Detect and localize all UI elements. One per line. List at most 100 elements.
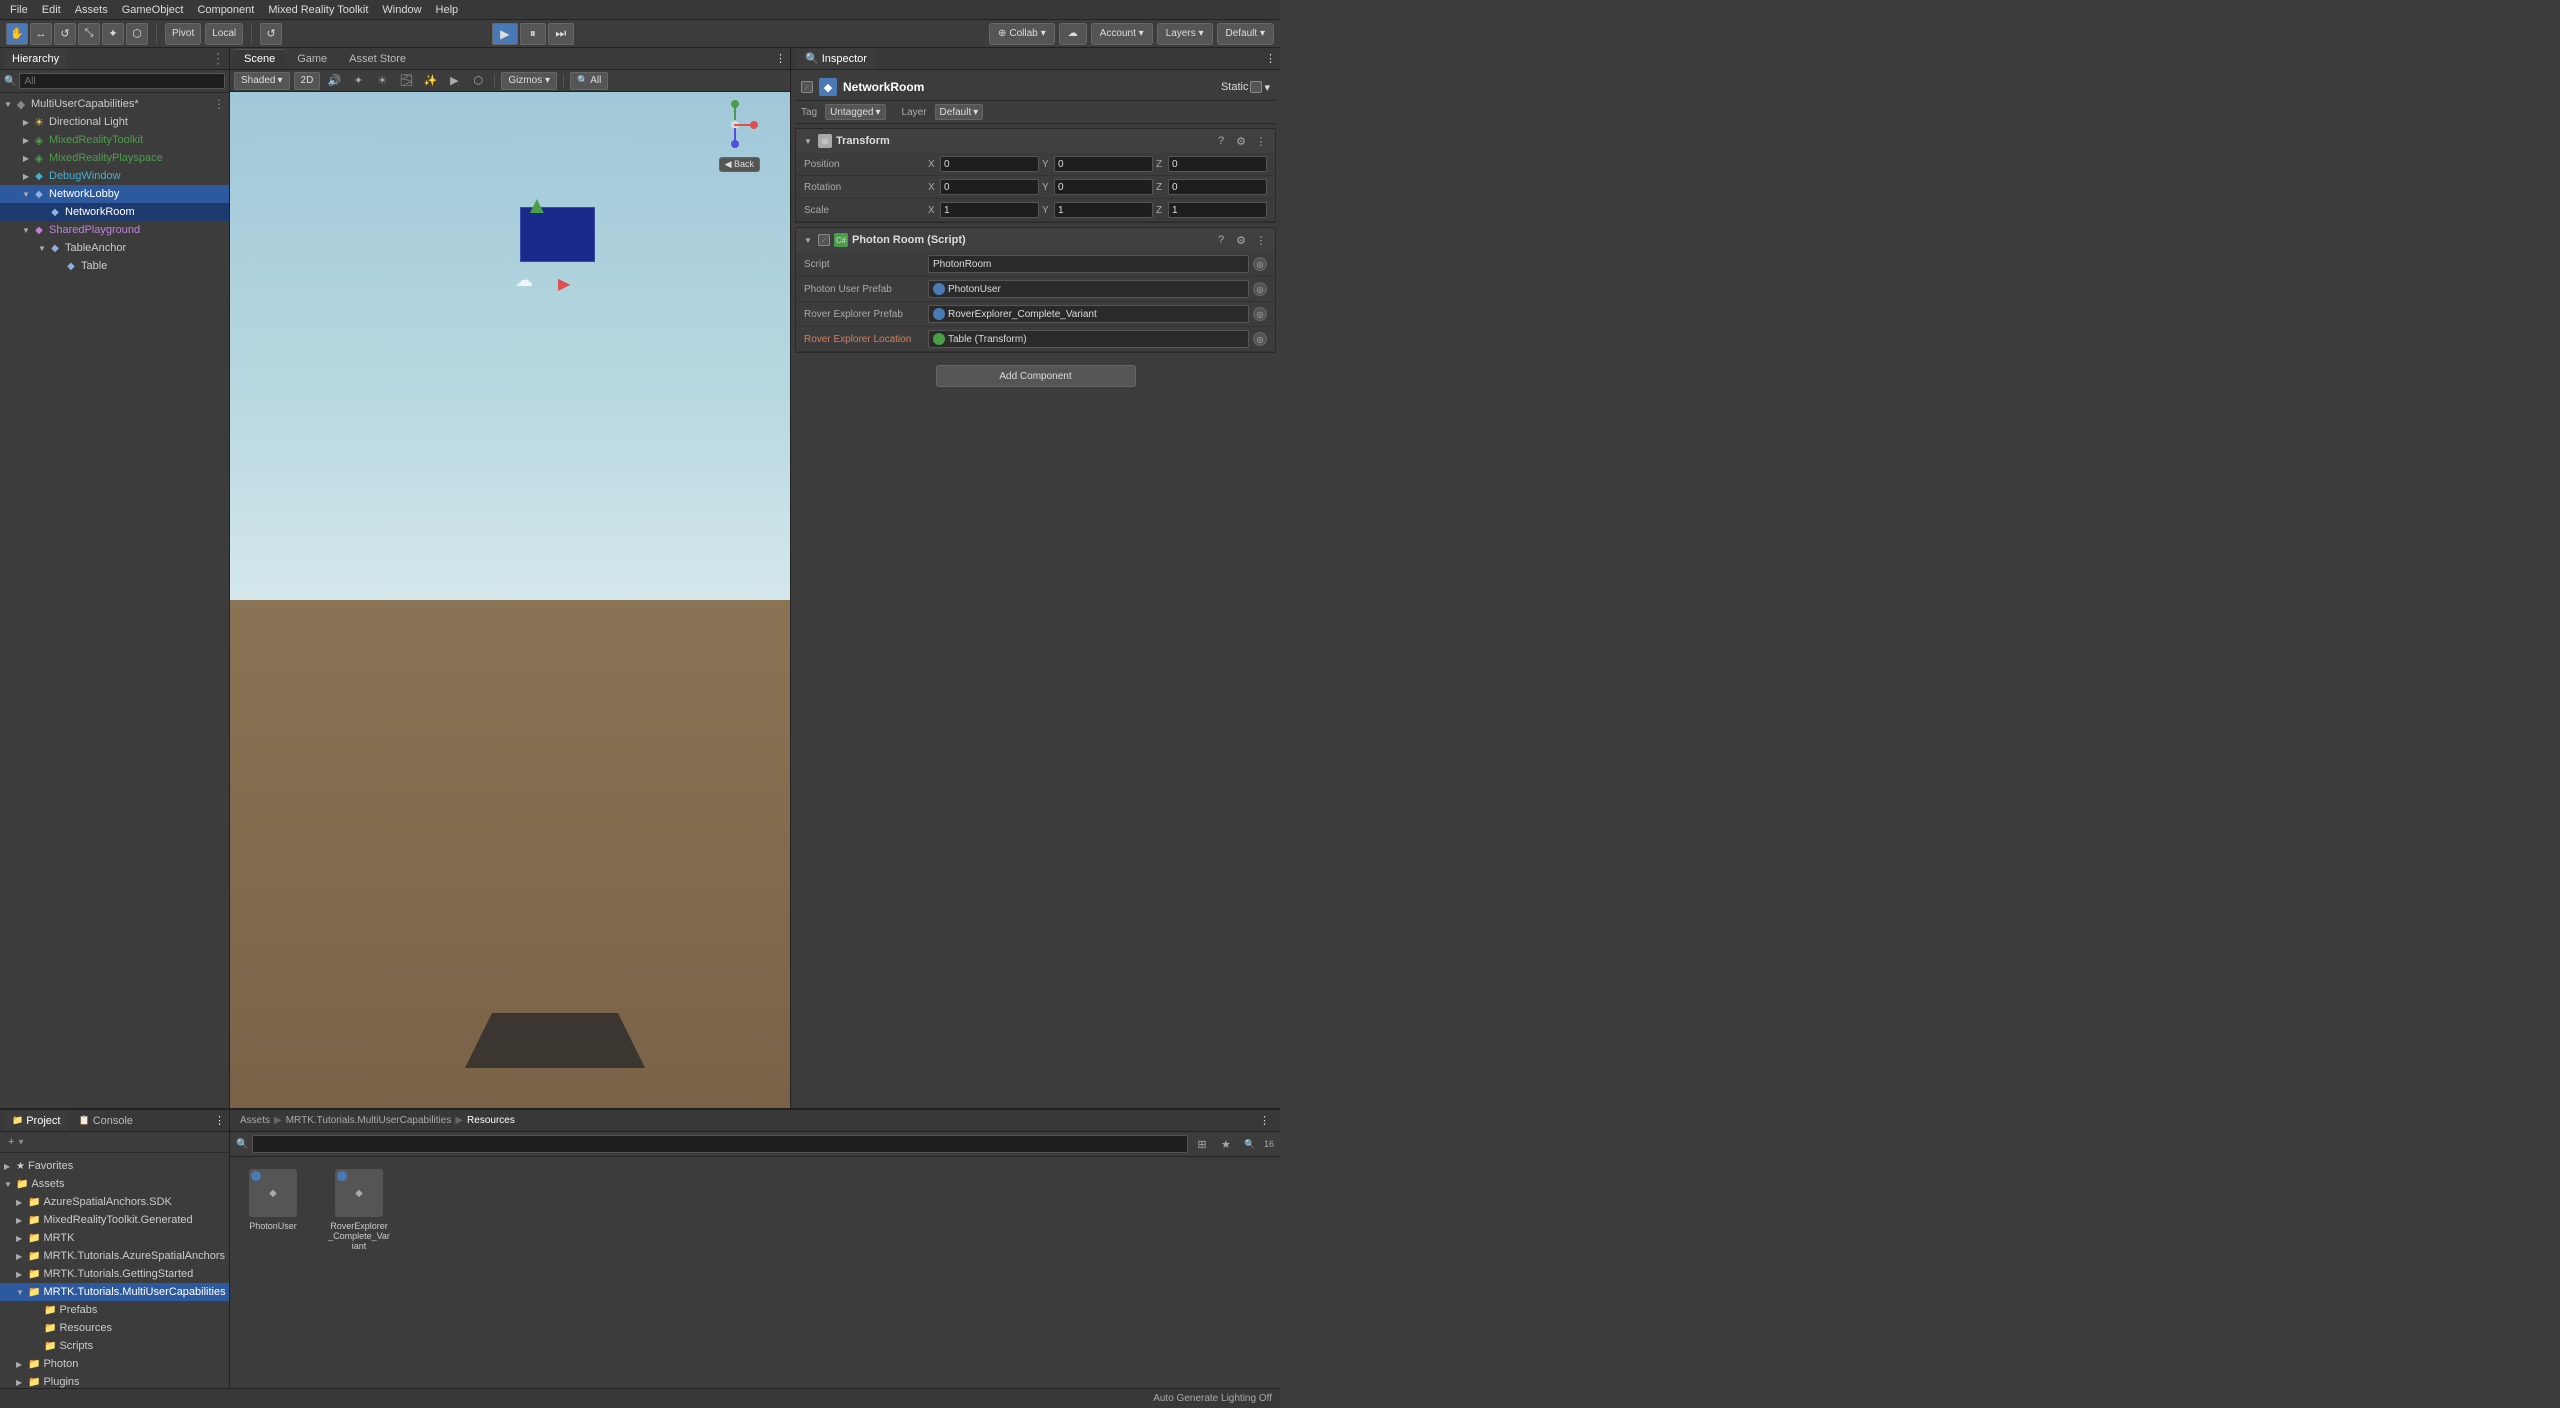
photon-room-help-btn[interactable]: ? <box>1213 232 1229 248</box>
rover-prefab-value[interactable]: RoverExplorer_Complete_Variant <box>928 305 1249 323</box>
script-circle-btn[interactable]: ◎ <box>1253 257 1267 271</box>
skybox-btn[interactable]: ☀ <box>372 72 392 90</box>
account-btn[interactable]: Account ▾ <box>1091 23 1153 45</box>
transform-section-header[interactable]: ▼ ⊞ Transform ? ⚙ ⋮ <box>796 129 1275 153</box>
menu-window[interactable]: Window <box>376 2 427 18</box>
rotate-tool-btn[interactable]: ↺ <box>54 23 76 45</box>
asset-rover-explorer[interactable]: ◆ RoverExplorer_Complete_Variant <box>324 1165 394 1380</box>
tree-item-root[interactable]: ▼ ◆ MultiUserCapabilities* ⋮ <box>0 95 229 113</box>
rot-z-value[interactable]: 0 <box>1168 179 1267 195</box>
animated-btn[interactable]: ▶ <box>444 72 464 90</box>
tree-item-networklobby[interactable]: ▼ ◆ NetworkLobby <box>0 185 229 203</box>
tree-item-table[interactable]: ◆ Table <box>0 257 229 275</box>
scale-x-value[interactable]: 1 <box>940 202 1039 218</box>
photon-user-prefab-value[interactable]: PhotonUser <box>928 280 1249 298</box>
play-btn[interactable]: ▶ <box>492 23 518 45</box>
gizmos-dropdown[interactable]: Gizmos ▾ <box>501 72 557 90</box>
assets-favorite-btn[interactable]: ★ <box>1216 1135 1236 1153</box>
transform-settings-btn[interactable]: ⚙ <box>1233 133 1249 149</box>
shading-dropdown[interactable]: Shaded ▾ <box>234 72 290 90</box>
tree-item-tableanchor[interactable]: ▼ ◆ TableAnchor <box>0 239 229 257</box>
search-overlay-btn[interactable]: 🔍 All <box>570 72 608 90</box>
hierarchy-options[interactable]: ⋮ <box>211 50 225 67</box>
scene-tab-options[interactable]: ⋮ <box>775 52 786 65</box>
proj-mrtk-multiuser[interactable]: ▼ 📁 MRTK.Tutorials.MultiUserCapabilities <box>0 1283 229 1301</box>
scale-y-value[interactable]: 1 <box>1054 202 1153 218</box>
root-options[interactable]: ⋮ <box>213 97 229 111</box>
assets-options[interactable]: ⋮ <box>1259 1114 1276 1127</box>
console-tab[interactable]: 📋 Console <box>70 1111 141 1131</box>
menu-file[interactable]: File <box>4 2 34 18</box>
scene-tab-assetstore[interactable]: Asset Store <box>339 49 416 69</box>
transform-tool-btn[interactable]: ⬡ <box>126 23 148 45</box>
2d-btn[interactable]: 2D <box>294 72 321 90</box>
assets-filter-btn[interactable]: ⊞ <box>1192 1135 1212 1153</box>
transform-more-btn[interactable]: ⋮ <box>1253 133 1269 149</box>
collab-btn[interactable]: ⊕ Collab ▾ <box>989 23 1055 45</box>
pos-z-value[interactable]: 0 <box>1168 156 1267 172</box>
menu-gameobject[interactable]: GameObject <box>116 2 190 18</box>
photon-room-enable[interactable] <box>818 234 830 246</box>
proj-mrtk-getting-started[interactable]: ▶ 📁 MRTK.Tutorials.GettingStarted <box>0 1265 229 1283</box>
proj-plugins[interactable]: ▶ 📁 Plugins <box>0 1373 229 1388</box>
transform-help-btn[interactable]: ? <box>1213 133 1229 149</box>
pos-y-value[interactable]: 0 <box>1054 156 1153 172</box>
tag-value[interactable]: Untagged ▾ <box>825 104 885 120</box>
script-value[interactable]: PhotonRoom <box>928 255 1249 273</box>
proj-mrtk[interactable]: ▶ 📁 MRTK <box>0 1229 229 1247</box>
pivot-btn[interactable]: Pivot <box>165 23 201 45</box>
project-add-btn[interactable]: + <box>4 1134 18 1150</box>
photon-room-settings-btn[interactable]: ⚙ <box>1233 232 1249 248</box>
fog-btn[interactable]: 🌫 <box>396 72 416 90</box>
local-btn[interactable]: Local <box>205 23 243 45</box>
tree-item-mrtk[interactable]: ▶ ◈ MixedRealityToolkit <box>0 131 229 149</box>
fx-btn[interactable]: ✦ <box>348 72 368 90</box>
obj-enable-checkbox[interactable] <box>801 81 813 93</box>
refresh-btn[interactable]: ↺ <box>260 23 282 45</box>
tree-item-debugwindow[interactable]: ▶ ◆ DebugWindow <box>0 167 229 185</box>
menu-mrtk[interactable]: Mixed Reality Toolkit <box>262 2 374 18</box>
add-component-btn[interactable]: Add Component <box>936 365 1136 387</box>
hand-tool-btn[interactable]: ✋ <box>6 23 28 45</box>
proj-azure[interactable]: ▶ 📁 AzureSpatialAnchors.SDK <box>0 1193 229 1211</box>
scale-z-value[interactable]: 1 <box>1168 202 1267 218</box>
photon-user-circle-btn[interactable]: ◎ <box>1253 282 1267 296</box>
photon-room-header[interactable]: ▼ C# Photon Room (Script) ? ⚙ ⋮ <box>796 228 1275 252</box>
proj-resources[interactable]: 📁 Resources <box>0 1319 229 1337</box>
cloud-btn[interactable]: ☁ <box>1059 23 1087 45</box>
proj-prefabs[interactable]: 📁 Prefabs <box>0 1301 229 1319</box>
tree-item-directional-light[interactable]: ▶ ☀ Directional Light <box>0 113 229 131</box>
scene-tab-game[interactable]: Game <box>287 49 337 69</box>
step-btn[interactable]: ⏭ <box>548 23 574 45</box>
assets-search-input[interactable] <box>252 1135 1188 1153</box>
scale-tool-btn[interactable]: ⤡ <box>78 23 100 45</box>
hierarchy-tab[interactable]: Hierarchy <box>4 49 67 69</box>
rot-y-value[interactable]: 0 <box>1054 179 1153 195</box>
rover-prefab-circle-btn[interactable]: ◎ <box>1253 307 1267 321</box>
breadcrumb-resources[interactable]: Resources <box>467 1115 515 1126</box>
proj-mrtk-gen[interactable]: ▶ 📁 MixedRealityToolkit.Generated <box>0 1211 229 1229</box>
assets-zoom-btn[interactable]: 🔍 <box>1240 1135 1260 1153</box>
proj-photon[interactable]: ▶ 📁 Photon <box>0 1355 229 1373</box>
project-options[interactable]: ⋮ <box>214 1114 225 1127</box>
scene-3d-view[interactable]: ◀ Back ▲ ▶ ☁ <box>230 92 790 1108</box>
inspector-options[interactable]: ⋮ <box>1265 52 1276 65</box>
rect-tool-btn[interactable]: ✦ <box>102 23 124 45</box>
layer-value[interactable]: Default ▾ <box>935 104 984 120</box>
menu-assets[interactable]: Assets <box>69 2 114 18</box>
proj-mrtk-azure[interactable]: ▶ 📁 MRTK.Tutorials.AzureSpatialAnchors <box>0 1247 229 1265</box>
static-checkbox[interactable] <box>1250 81 1262 93</box>
pp-btn[interactable]: ⬡ <box>468 72 488 90</box>
sound-btn[interactable]: 🔊 <box>324 72 344 90</box>
breadcrumb-assets[interactable]: Assets <box>240 1115 270 1126</box>
gizmo-back-btn[interactable]: ◀ Back <box>719 157 760 172</box>
hierarchy-search-input[interactable] <box>19 73 225 89</box>
pause-btn[interactable]: ⏸ <box>520 23 546 45</box>
tree-item-sharedplayground[interactable]: ▼ ◆ SharedPlayground <box>0 221 229 239</box>
inspector-tab[interactable]: 🔍 Inspector <box>795 49 877 69</box>
proj-assets-root[interactable]: ▼ 📁 Assets <box>0 1175 229 1193</box>
scene-tab-scene[interactable]: Scene <box>234 49 285 69</box>
menu-component[interactable]: Component <box>191 2 260 18</box>
menu-help[interactable]: Help <box>430 2 465 18</box>
proj-favorites[interactable]: ▶ ★ Favorites <box>0 1157 229 1175</box>
